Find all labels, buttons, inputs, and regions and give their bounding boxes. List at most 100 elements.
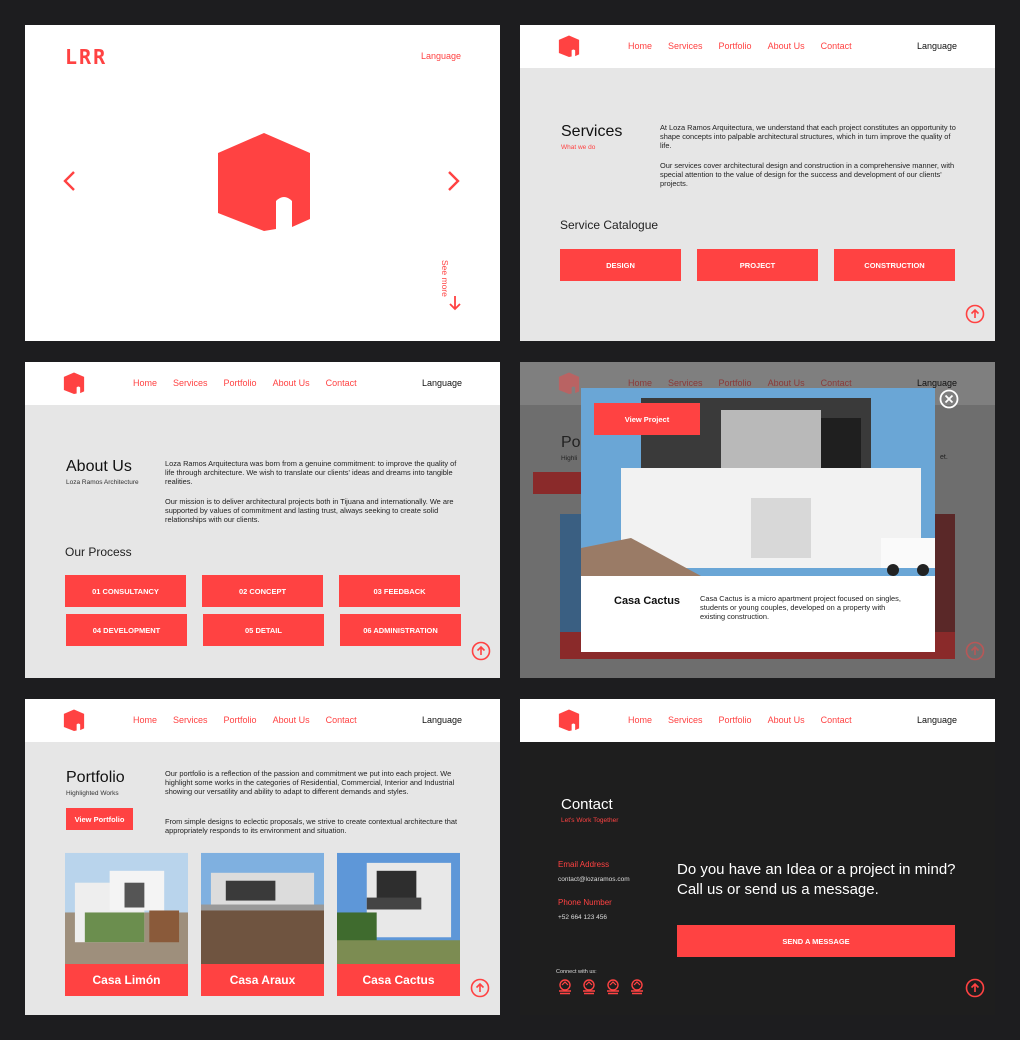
nav-contact[interactable]: Contact bbox=[326, 378, 357, 388]
nav-portfolio[interactable]: Portfolio bbox=[719, 41, 752, 51]
casa-cactus-photo[interactable] bbox=[337, 852, 460, 965]
logo-icon[interactable] bbox=[63, 372, 85, 394]
step-consultancy-button[interactable]: 01 CONSULTANCY bbox=[65, 575, 186, 607]
header: Home Services Portfolio About Us Contact Lan… bbox=[520, 25, 995, 68]
portfolio-paragraph-1: Our portfolio is a reflection of the pas… bbox=[165, 769, 455, 796]
nav-home[interactable]: Home bbox=[133, 378, 157, 388]
casa-araux-photo[interactable] bbox=[201, 852, 324, 965]
step-feedback-button[interactable]: 03 FEEDBACK bbox=[339, 575, 460, 607]
about-paragraph-1: Loza Ramos Arquitectura was born from a … bbox=[165, 459, 457, 486]
scroll-up-icon[interactable] bbox=[965, 304, 985, 324]
modal-description: Casa Cactus is a micro apartment project… bbox=[700, 594, 901, 621]
nav-services[interactable]: Services bbox=[173, 378, 208, 388]
language-link[interactable]: Language bbox=[422, 715, 462, 725]
casa-limon-caption[interactable]: Casa Limón bbox=[65, 964, 188, 996]
design-button[interactable]: DESIGN bbox=[560, 249, 681, 281]
about-panel: Home Services Portfolio About Us Contact Lan… bbox=[25, 362, 500, 678]
logo-icon[interactable] bbox=[558, 709, 580, 731]
nav-home[interactable]: Home bbox=[133, 715, 157, 725]
header: Home Services Portfolio About Us Contact Lan… bbox=[25, 699, 500, 742]
phone-value[interactable]: +52 664 123 456 bbox=[558, 914, 607, 921]
close-icon[interactable] bbox=[939, 389, 959, 409]
scroll-up-icon[interactable] bbox=[471, 641, 491, 661]
hero-panel: LRR Language See more bbox=[25, 25, 500, 341]
nav-bar: Home Services Portfolio About Us Contact bbox=[628, 378, 868, 388]
nav-contact[interactable]: Contact bbox=[821, 41, 852, 51]
logo-cube-icon bbox=[213, 131, 315, 231]
email-value[interactable]: contact@lozaramos.com bbox=[558, 876, 630, 883]
social-icon-4[interactable] bbox=[629, 979, 645, 995]
portfolio-paragraph-2: From simple designs to eclectic proposal… bbox=[165, 817, 458, 835]
scroll-up-icon[interactable] bbox=[470, 978, 490, 998]
social-icon-3[interactable] bbox=[605, 979, 621, 995]
arrow-down-icon[interactable] bbox=[448, 295, 462, 311]
logo-text[interactable]: LRR bbox=[65, 45, 107, 69]
process-title: Our Process bbox=[65, 545, 132, 559]
see-more-label[interactable]: See more bbox=[440, 260, 450, 297]
step-detail-button[interactable]: 05 DETAIL bbox=[203, 614, 324, 646]
phone-label: Phone Number bbox=[558, 898, 612, 907]
project-modal-panel: Home Services Portfolio About Us Contact Lan… bbox=[520, 362, 995, 678]
nav-portfolio[interactable]: Portfolio bbox=[224, 715, 257, 725]
chevron-left-icon[interactable] bbox=[61, 170, 77, 192]
nav-services: Services bbox=[668, 378, 703, 388]
modal-title: Casa Cactus bbox=[614, 595, 681, 607]
nav-contact[interactable]: Contact bbox=[821, 715, 852, 725]
social-icon-2[interactable] bbox=[581, 979, 597, 995]
language-link[interactable]: Language bbox=[917, 41, 957, 51]
step-concept-button[interactable]: 02 CONCEPT bbox=[202, 575, 323, 607]
nav-home[interactable]: Home bbox=[628, 715, 652, 725]
services-paragraph-2: Our services cover architectural design … bbox=[660, 161, 955, 188]
nav-home[interactable]: Home bbox=[628, 41, 652, 51]
about-paragraph-2: Our mission is to deliver architectural … bbox=[165, 497, 454, 524]
header: Home Services Portfolio About Us Contact Lan… bbox=[25, 362, 500, 405]
nav-services[interactable]: Services bbox=[668, 715, 703, 725]
scroll-up-icon[interactable] bbox=[965, 978, 985, 998]
step-administration-button[interactable]: 06 ADMINISTRATION bbox=[340, 614, 461, 646]
nav-portfolio: Portfolio bbox=[718, 378, 752, 388]
nav-services[interactable]: Services bbox=[173, 715, 208, 725]
nav-about[interactable]: About Us bbox=[273, 378, 310, 388]
view-portfolio-button[interactable]: View Portfolio bbox=[66, 808, 133, 830]
section-title: About Us bbox=[66, 458, 132, 475]
section-title: Contact bbox=[561, 796, 613, 813]
contact-headline: Do you have an Idea or a project in mind… bbox=[677, 861, 956, 898]
modal-card: View Project Casa Cactus Casa Cactus is … bbox=[581, 388, 935, 652]
logo-icon[interactable] bbox=[558, 35, 580, 57]
nav-about[interactable]: About Us bbox=[768, 41, 805, 51]
bg-button bbox=[533, 472, 581, 494]
nav-about[interactable]: About Us bbox=[273, 715, 310, 725]
nav-about[interactable]: About Us bbox=[768, 715, 805, 725]
logo-icon[interactable] bbox=[63, 709, 85, 731]
social-icon-1[interactable] bbox=[557, 979, 573, 995]
nav-portfolio[interactable]: Portfolio bbox=[224, 378, 257, 388]
section-subtitle: Let's Work Together bbox=[561, 817, 619, 824]
casa-araux-caption[interactable]: Casa Araux bbox=[201, 964, 324, 996]
language-link[interactable]: Language bbox=[422, 378, 462, 388]
nav-portfolio[interactable]: Portfolio bbox=[719, 715, 752, 725]
bg-subtitle-fragment: Highli bbox=[561, 455, 578, 462]
connect-label: Connect with us: bbox=[556, 969, 597, 975]
view-project-button[interactable]: View Project bbox=[594, 403, 700, 435]
language-link[interactable]: Language bbox=[917, 715, 957, 725]
nav-bar: Home Services Portfolio About Us Contact bbox=[133, 715, 373, 725]
catalogue-title: Service Catalogue bbox=[560, 218, 659, 232]
section-subtitle: Highlighted Works bbox=[66, 790, 119, 797]
send-message-button[interactable]: SEND A MESSAGE bbox=[677, 925, 955, 957]
step-development-button[interactable]: 04 DEVELOPMENT bbox=[66, 614, 187, 646]
nav-bar: Home Services Portfolio About Us Contact bbox=[628, 715, 868, 725]
chevron-right-icon[interactable] bbox=[446, 170, 462, 192]
nav-contact[interactable]: Contact bbox=[326, 715, 357, 725]
language-link: Language bbox=[917, 378, 958, 388]
casa-limon-photo[interactable] bbox=[65, 852, 188, 965]
construction-button[interactable]: CONSTRUCTION bbox=[834, 249, 955, 281]
logo-icon bbox=[558, 372, 580, 394]
project-button[interactable]: PROJECT bbox=[697, 249, 818, 281]
nav-bar: Home Services Portfolio About Us Contact bbox=[133, 378, 373, 388]
nav-services[interactable]: Services bbox=[668, 41, 703, 51]
nav-bar: Home Services Portfolio About Us Contact bbox=[628, 41, 868, 51]
casa-cactus-caption[interactable]: Casa Cactus bbox=[337, 964, 460, 996]
language-link[interactable]: Language bbox=[421, 51, 461, 61]
section-title: Portfolio bbox=[66, 769, 125, 786]
scroll-up-icon bbox=[965, 641, 985, 661]
